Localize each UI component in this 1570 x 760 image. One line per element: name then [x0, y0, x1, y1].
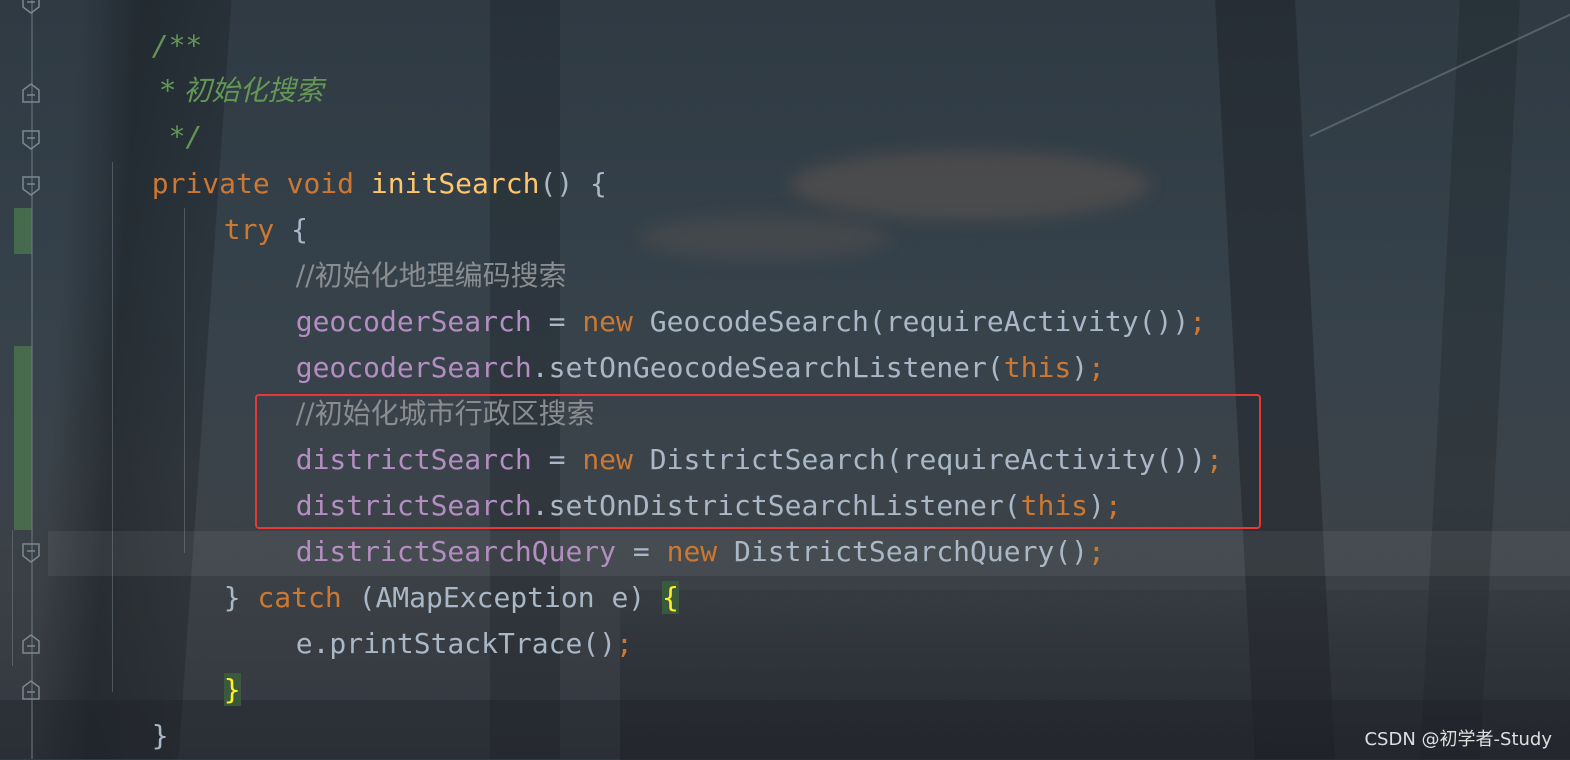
fold-marker-icon[interactable]: [22, 83, 40, 103]
keyword: this: [1003, 351, 1072, 384]
code-line[interactable]: } catch (AMapException e) {: [190, 529, 679, 614]
scope-guide: [12, 530, 13, 666]
code-line[interactable]: /**: [118, 0, 203, 62]
method-name: initSearch: [370, 167, 540, 200]
fold-marker-icon[interactable]: [22, 130, 40, 150]
editor-gutter: [0, 0, 48, 759]
code-line[interactable]: geocoderSearch.setOnGeocodeSearchListene…: [262, 299, 1105, 384]
semicolon: ;: [1189, 305, 1207, 338]
code-text: }: [151, 719, 169, 752]
code-line[interactable]: e.printStackTrace();: [262, 575, 633, 660]
code-line[interactable]: * 初始化搜索: [118, 22, 324, 107]
code-line[interactable]: }: [118, 667, 169, 752]
semicolon: ;: [1088, 351, 1105, 384]
background-pole-right: [1215, 0, 1335, 759]
fold-marker-icon[interactable]: [22, 0, 40, 14]
code-line[interactable]: }: [190, 621, 241, 706]
code-line[interactable]: //初始化地理编码搜索: [262, 207, 567, 292]
code-line[interactable]: try {: [190, 161, 308, 246]
indent-guide: [184, 208, 185, 553]
background-wire: [1309, 12, 1570, 137]
matched-brace: {: [662, 581, 679, 614]
background-pole-far-right: [1420, 0, 1520, 759]
code-line[interactable]: geocoderSearch = new GeocodeSearch(requi…: [262, 253, 1206, 338]
matched-brace: }: [223, 673, 241, 706]
code-line[interactable]: private void initSearch() {: [118, 115, 607, 200]
code-text: e.printStackTrace(): [295, 627, 617, 660]
fold-marker-icon[interactable]: [22, 176, 40, 196]
background-cloud: [790, 150, 1150, 220]
fold-marker-icon[interactable]: [22, 543, 40, 563]
change-marker[interactable]: [14, 208, 32, 254]
code-text: .setOnGeocodeSearchListener(: [531, 351, 1004, 384]
code-line[interactable]: */: [118, 68, 203, 153]
code-text: () {: [539, 167, 607, 200]
code-text: DistrictSearchQuery(): [717, 535, 1089, 568]
code-text: }: [223, 581, 258, 614]
fold-marker-icon[interactable]: [22, 634, 40, 654]
annotation-highlight-box: [255, 394, 1261, 529]
fold-marker-icon[interactable]: [22, 680, 40, 700]
code-text: ): [1071, 351, 1089, 384]
semicolon: ;: [616, 627, 633, 660]
code-line[interactable]: //初始化城市行政区搜索: [262, 345, 595, 430]
semicolon: ;: [1088, 535, 1105, 568]
watermark: CSDN @初学者-Study: [1364, 729, 1552, 750]
change-marker[interactable]: [14, 346, 32, 530]
indent-guide: [112, 162, 113, 692]
